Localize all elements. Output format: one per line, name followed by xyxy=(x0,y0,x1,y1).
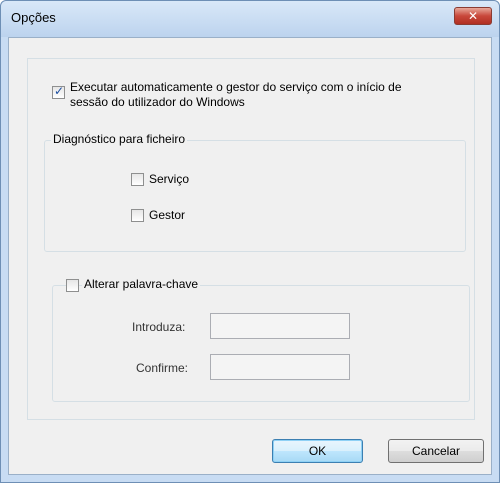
enter-password-field[interactable] xyxy=(210,313,350,339)
auto-start-label-line2: sessão do utilizador do Windows xyxy=(70,95,245,109)
confirm-password-label: Confirme: xyxy=(136,361,189,375)
auto-start-label-line1: Executar automaticamente o gestor do ser… xyxy=(70,80,402,94)
auto-start-checkbox[interactable] xyxy=(52,84,65,99)
password-group: Alterar palavra-chave Introduza: Confirm… xyxy=(52,277,470,402)
service-checkbox[interactable] xyxy=(131,173,144,186)
diagnostics-group: Diagnóstico para ficheiro Serviço Gestor xyxy=(44,132,466,252)
change-password-checkbox[interactable] xyxy=(66,279,79,292)
confirm-password-field[interactable] xyxy=(210,354,350,380)
diagnostics-legend: Diagnóstico para ficheiro xyxy=(51,132,188,146)
dialog-body: Executar automaticamente o gestor do ser… xyxy=(8,37,492,475)
service-label: Serviço xyxy=(149,172,190,186)
manager-checkbox[interactable] xyxy=(131,209,144,222)
enter-password-label: Introduza: xyxy=(132,320,186,334)
ok-button[interactable]: OK xyxy=(272,439,363,463)
manager-label: Gestor xyxy=(149,208,186,222)
dialog-title: Opções xyxy=(11,10,56,25)
title-bar: Opções ✕ xyxy=(1,1,499,37)
close-icon: ✕ xyxy=(467,9,479,23)
options-dialog: Opções ✕ Executar automaticamente o gest… xyxy=(0,0,500,483)
change-password-label: Alterar palavra-chave xyxy=(82,277,201,291)
cancel-button[interactable]: Cancelar xyxy=(388,439,484,463)
close-button[interactable]: ✕ xyxy=(454,7,492,25)
options-panel: Executar automaticamente o gestor do ser… xyxy=(27,58,475,420)
